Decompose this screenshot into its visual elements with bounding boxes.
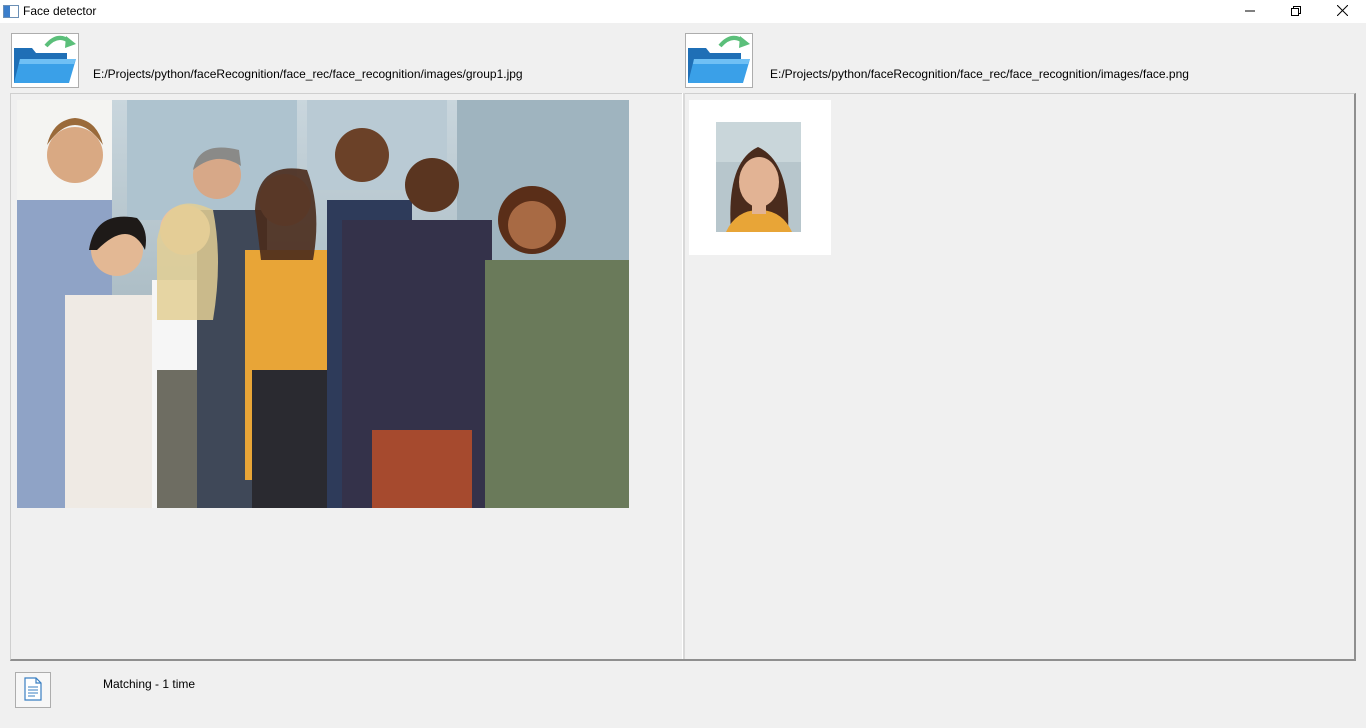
panel-splitter[interactable] (682, 93, 685, 659)
face-photo-frame (689, 100, 831, 255)
open-folder-icon (686, 32, 752, 89)
app-window-icon (3, 5, 19, 18)
open-face-image-button[interactable] (685, 33, 753, 88)
restore-icon (1291, 5, 1301, 19)
minimize-button[interactable] (1227, 0, 1273, 23)
window-title: Face detector (23, 4, 97, 18)
restore-button[interactable] (1273, 0, 1319, 23)
report-button[interactable] (15, 672, 51, 708)
title-bar: Face detector (0, 0, 1366, 23)
document-icon (21, 676, 45, 705)
close-icon (1336, 4, 1348, 19)
open-group-image-button[interactable] (11, 33, 79, 88)
open-folder-icon (12, 32, 78, 89)
face-image-path: E:/Projects/python/faceRecognition/face_… (770, 67, 1189, 81)
match-status: Matching - 1 time (103, 677, 196, 691)
group-photo (17, 100, 629, 508)
close-button[interactable] (1319, 0, 1365, 23)
minimize-icon (1245, 5, 1255, 19)
group-image-path: E:/Projects/python/faceRecognition/face_… (93, 67, 523, 81)
face-photo (716, 122, 801, 232)
